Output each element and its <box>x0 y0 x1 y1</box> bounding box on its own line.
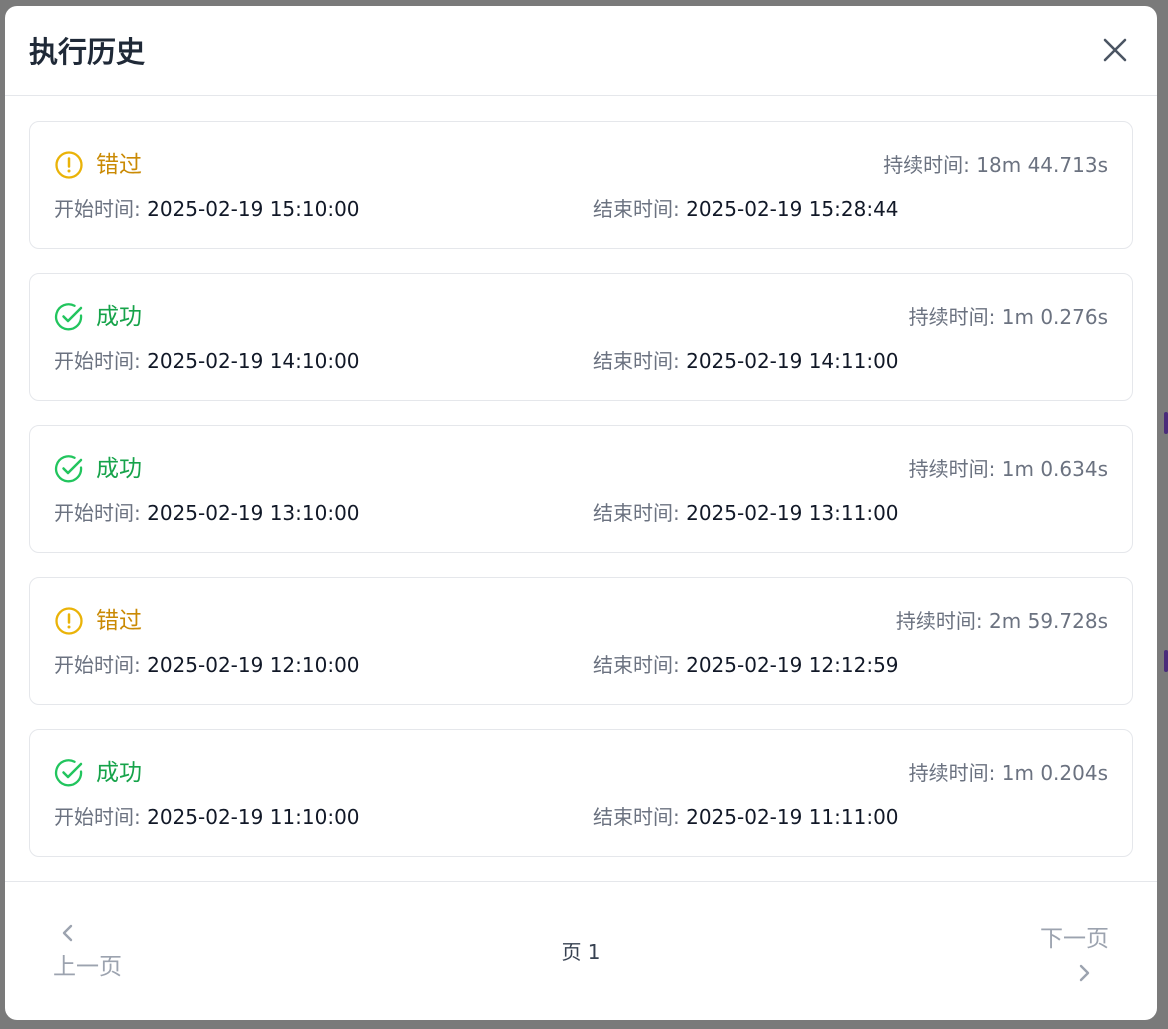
duration-value: 1m 0.204s <box>1001 761 1108 785</box>
end-time-label: 结束时间: <box>593 197 680 221</box>
close-icon <box>1103 38 1127 62</box>
end-time-value: 2025-02-19 11:11:00 <box>686 805 899 829</box>
start-time-label: 开始时间: <box>54 805 141 829</box>
execution-history-dialog: 执行历史 错过 持续时间: 18m 44.713s 开始时间: 2025-02-19… <box>5 6 1157 1020</box>
start-time-label: 开始时间: <box>54 653 141 677</box>
duration-value: 18m 44.713s <box>976 153 1108 177</box>
start-time: 开始时间: 2025-02-19 15:10:00 <box>54 196 360 222</box>
duration-label: 持续时间: <box>908 305 996 329</box>
status-label: 成功 <box>96 760 142 786</box>
run-card: 成功 持续时间: 1m 0.276s 开始时间: 2025-02-19 14:10:… <box>29 273 1133 401</box>
pagination-footer: 上一页 页 1 下一页 <box>5 881 1157 1020</box>
check-circle-icon <box>54 303 83 331</box>
duration-label: 持续时间: <box>908 761 996 785</box>
run-duration: 持续时间: 1m 0.634s <box>909 456 1108 482</box>
end-time-label: 结束时间: <box>593 805 680 829</box>
start-time-label: 开始时间: <box>54 349 141 373</box>
status-label: 成功 <box>96 456 142 482</box>
start-time: 开始时间: 2025-02-19 12:10:00 <box>54 652 360 678</box>
run-card: 错过 持续时间: 2m 59.728s 开始时间: 2025-02-19 12:10… <box>29 577 1133 705</box>
end-time-label: 结束时间: <box>593 501 680 525</box>
duration-value: 1m 0.634s <box>1001 457 1108 481</box>
run-card: 成功 持续时间: 1m 0.204s 开始时间: 2025-02-19 11:10:… <box>29 729 1133 857</box>
start-time: 开始时间: 2025-02-19 14:10:00 <box>54 348 360 374</box>
end-time-label: 结束时间: <box>593 653 680 677</box>
alert-circle-icon <box>55 151 83 179</box>
status-label: 错过 <box>96 152 142 178</box>
run-status: 错过 <box>54 606 142 636</box>
dialog-title: 执行历史 <box>29 35 146 69</box>
status-label: 错过 <box>96 608 142 634</box>
start-time-value: 2025-02-19 14:10:00 <box>147 349 360 373</box>
start-time-value: 2025-02-19 11:10:00 <box>147 805 360 829</box>
end-time: 结束时间: 2025-02-19 13:11:00 <box>593 500 899 526</box>
run-status: 成功 <box>54 454 142 484</box>
backdrop-accent <box>1164 650 1168 672</box>
page-indicator: 页 1 <box>561 940 601 964</box>
dialog-header: 执行历史 <box>5 6 1157 96</box>
close-button[interactable] <box>1099 34 1131 66</box>
run-duration: 持续时间: 1m 0.276s <box>909 304 1108 330</box>
start-time: 开始时间: 2025-02-19 11:10:00 <box>54 804 360 830</box>
start-time-value: 2025-02-19 12:10:00 <box>147 653 360 677</box>
next-page-button[interactable]: 下一页 <box>1019 920 1109 990</box>
run-list: 错过 持续时间: 18m 44.713s 开始时间: 2025-02-19 15:1… <box>29 121 1133 881</box>
start-time-label: 开始时间: <box>54 501 141 525</box>
run-card: 成功 持续时间: 1m 0.634s 开始时间: 2025-02-19 13:10:… <box>29 425 1133 553</box>
run-duration: 持续时间: 2m 59.728s <box>896 608 1108 634</box>
duration-value: 1m 0.276s <box>1001 305 1108 329</box>
run-duration: 持续时间: 1m 0.204s <box>909 760 1108 786</box>
run-card: 错过 持续时间: 18m 44.713s 开始时间: 2025-02-19 15:1… <box>29 121 1133 249</box>
check-circle-icon <box>54 455 83 483</box>
chevron-right-icon <box>1079 964 1090 982</box>
end-time: 结束时间: 2025-02-19 14:11:00 <box>593 348 899 374</box>
next-page-label: 下一页 <box>1040 926 1109 952</box>
duration-label: 持续时间: <box>883 153 970 177</box>
start-time-label: 开始时间: <box>54 197 141 221</box>
alert-circle-icon <box>55 607 83 635</box>
run-status: 错过 <box>54 150 142 180</box>
end-time: 结束时间: 2025-02-19 12:12:59 <box>593 652 899 678</box>
backdrop-accent <box>1164 412 1168 434</box>
start-time-value: 2025-02-19 13:10:00 <box>147 501 360 525</box>
run-status: 成功 <box>54 758 142 788</box>
duration-label: 持续时间: <box>895 609 983 633</box>
status-label: 成功 <box>96 304 142 330</box>
end-time: 结束时间: 2025-02-19 15:28:44 <box>593 196 899 222</box>
end-time-value: 2025-02-19 13:11:00 <box>686 501 899 525</box>
end-time-value: 2025-02-19 14:11:00 <box>686 349 899 373</box>
start-time-value: 2025-02-19 15:10:00 <box>147 197 360 221</box>
start-time: 开始时间: 2025-02-19 13:10:00 <box>54 500 360 526</box>
run-status: 成功 <box>54 302 142 332</box>
end-time-value: 2025-02-19 15:28:44 <box>686 197 899 221</box>
end-time-label: 结束时间: <box>593 349 680 373</box>
check-circle-icon <box>54 759 83 787</box>
duration-label: 持续时间: <box>908 457 996 481</box>
end-time-value: 2025-02-19 12:12:59 <box>686 653 899 677</box>
end-time: 结束时间: 2025-02-19 11:11:00 <box>593 804 899 830</box>
run-duration: 持续时间: 18m 44.713s <box>883 152 1108 178</box>
duration-value: 2m 59.728s <box>989 609 1108 633</box>
